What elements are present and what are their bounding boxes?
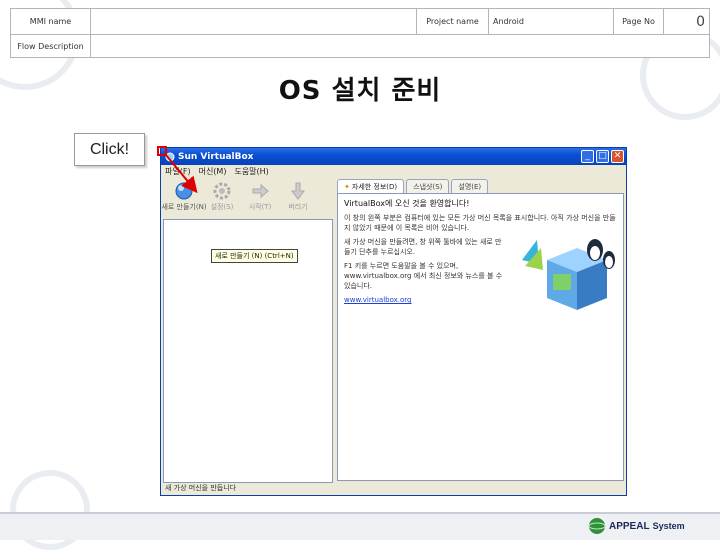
settings-label: 설정(S) xyxy=(210,203,234,211)
mmi-name-value xyxy=(91,9,417,35)
menu-machine[interactable]: 머신(M) xyxy=(199,166,227,177)
settings-icon xyxy=(213,182,231,200)
status-bar: 새 가상 머신을 만듭니다 xyxy=(165,483,237,492)
flow-description-value xyxy=(91,35,709,57)
brand-suffix: System xyxy=(652,521,685,531)
tab-description-label: 설명(E) xyxy=(458,182,482,191)
flow-description-label: Flow Description xyxy=(11,35,91,57)
welcome-paragraph-3-text: F1 키를 누르면 도움말을 볼 수 있으며, www.virtualbox.o… xyxy=(344,262,503,290)
details-tab-icon: ✦ xyxy=(344,182,350,191)
start-button[interactable]: 시작(T) xyxy=(243,181,277,212)
close-button[interactable]: ✕ xyxy=(611,150,624,163)
menu-file[interactable]: 파일(F) xyxy=(165,166,191,177)
page-no-value: 0 xyxy=(696,14,705,30)
virtualbox-link[interactable]: www.virtualbox.org xyxy=(344,296,412,304)
start-icon xyxy=(252,183,269,199)
window-title: Sun VirtualBox xyxy=(178,151,254,162)
discard-label: 버리기 xyxy=(288,203,308,211)
mmi-name-label: MMI name xyxy=(11,9,91,35)
settings-button[interactable]: 설정(S) xyxy=(205,181,239,212)
new-vm-label: 새로 만들기(N) xyxy=(161,203,207,211)
virtualbox-link-line: www.virtualbox.org xyxy=(344,295,504,305)
project-name-value: Android xyxy=(489,9,614,35)
welcome-paragraph-3: F1 키를 누르면 도움말을 볼 수 있으며, www.virtualbox.o… xyxy=(344,261,504,291)
tab-details-label: 자세한 정보(D) xyxy=(351,182,398,191)
new-vm-button[interactable]: 새로 만들기(N) xyxy=(161,181,207,212)
brand-logo: APPEAL System xyxy=(588,517,685,535)
details-pane: ✦ 자세한 정보(D) 스냅샷(S) 설명(E) VirtualBox에 오신 … xyxy=(337,179,624,483)
tab-details[interactable]: ✦ 자세한 정보(D) xyxy=(337,179,405,193)
maximize-button[interactable]: □ xyxy=(596,150,609,163)
minimize-button[interactable]: _ xyxy=(581,150,594,163)
tab-snapshots[interactable]: 스냅샷(S) xyxy=(406,179,450,193)
virtualbox-app-icon xyxy=(165,152,175,161)
brand-globe-icon xyxy=(588,518,606,534)
virtualbox-logo-art xyxy=(522,239,615,310)
virtualbox-window: Sun VirtualBox _ □ ✕ 파일(F) 머신(M) 도움말(H) … xyxy=(160,147,627,496)
welcome-heading: VirtualBox에 오신 것을 환영합니다! xyxy=(344,199,470,208)
click-callout: Click! xyxy=(74,133,145,166)
document-header-table: MMI name Project name Android Page No Fl… xyxy=(10,8,710,58)
welcome-paragraph-2: 새 가상 머신을 만들려면, 창 위쪽 툴바에 있는 새로 만들기 단추를 누르… xyxy=(344,238,502,256)
menu-help[interactable]: 도움말(H) xyxy=(234,166,268,177)
window-titlebar[interactable]: Sun VirtualBox _ □ ✕ xyxy=(161,148,626,165)
vm-list-pane: 새로 만들기(N) 설정(S) 시작(T) 버리기 새로 만들기 (N) (Ct… xyxy=(161,179,333,483)
page-no-label: Page No xyxy=(614,9,664,35)
discard-button[interactable]: 버리기 xyxy=(281,181,315,212)
main-toolbar: 새로 만들기(N) 설정(S) 시작(T) 버리기 xyxy=(161,179,333,217)
welcome-content: VirtualBox에 오신 것을 환영합니다! 이 창의 왼쪽 부분은 컴퓨터… xyxy=(337,193,624,481)
tab-description[interactable]: 설명(E) xyxy=(451,179,489,193)
details-tabs: ✦ 자세한 정보(D) 스냅샷(S) 설명(E) xyxy=(337,179,624,193)
brand-name: APPEAL xyxy=(609,520,650,532)
new-icon xyxy=(175,182,193,200)
new-vm-tooltip: 새로 만들기 (N) (Ctrl+N) xyxy=(211,249,298,263)
project-name-label: Project name xyxy=(417,9,489,35)
start-label: 시작(T) xyxy=(248,203,272,211)
discard-icon xyxy=(291,182,305,200)
footer-divider xyxy=(0,512,720,514)
tab-snapshots-label: 스냅샷(S) xyxy=(413,182,443,191)
menu-bar: 파일(F) 머신(M) 도움말(H) xyxy=(161,165,626,178)
page-title: OS 설치 준비 xyxy=(278,76,442,106)
